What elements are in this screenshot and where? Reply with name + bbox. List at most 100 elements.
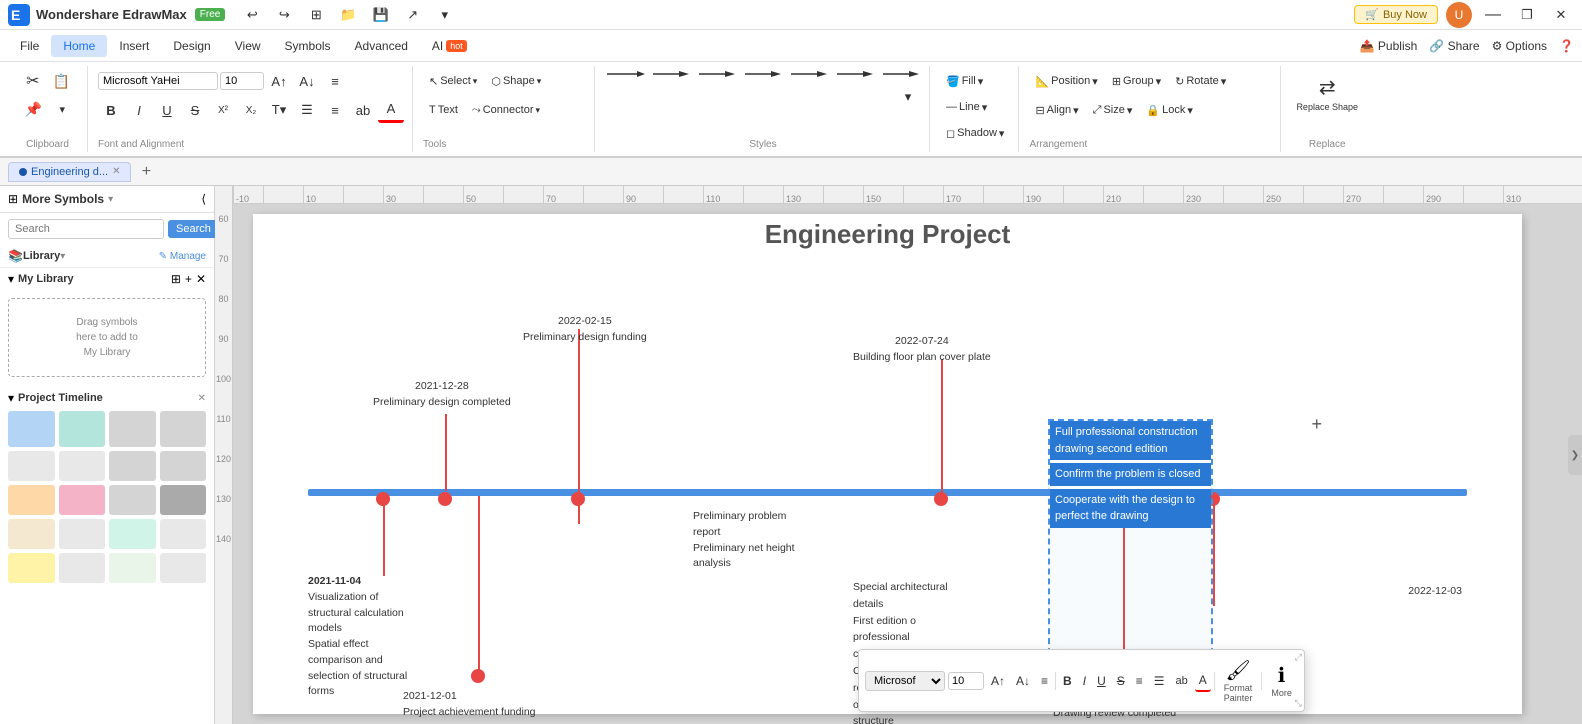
user-avatar[interactable]: U <box>1446 2 1472 28</box>
lock-button[interactable]: 🔒 Lock ▾ <box>1140 97 1198 123</box>
ft-increase-btn[interactable]: A↑ <box>987 671 1009 691</box>
help-btn[interactable]: ❓ <box>1559 39 1574 53</box>
thumb-16[interactable] <box>160 519 207 549</box>
line-button[interactable]: — Line ▾ <box>940 94 993 120</box>
menu-advanced[interactable]: Advanced <box>343 35 420 57</box>
strikethrough-button[interactable]: S <box>182 97 208 123</box>
thumb-6[interactable] <box>59 451 106 481</box>
manage-link[interactable]: ✎ Manage <box>159 251 206 262</box>
menu-home[interactable]: Home <box>51 35 107 57</box>
more-btn[interactable]: ℹ More <box>1265 659 1298 702</box>
tab-close[interactable]: ✕ <box>112 166 120 177</box>
canvas-area[interactable]: Engineering Project 2022-02-15 Prelimina… <box>233 204 1582 724</box>
group-button[interactable]: ⊞ Group ▾ <box>1106 68 1167 94</box>
ft-decrease-btn[interactable]: A↓ <box>1012 671 1034 691</box>
tab-engineering[interactable]: Engineering d... ✕ <box>8 162 131 182</box>
font-family-input[interactable] <box>98 72 218 90</box>
highlight-btn[interactable]: ab <box>350 97 376 123</box>
replace-shape-button[interactable]: ⇄ Replace Shape <box>1291 68 1363 118</box>
italic-button[interactable]: I <box>126 97 152 123</box>
paste-button[interactable]: 📌 <box>20 96 47 122</box>
cut-button[interactable]: ✂ <box>20 68 46 94</box>
list-btn[interactable]: ☰ <box>294 97 320 123</box>
paste-more[interactable]: ▾ <box>49 96 75 122</box>
window-min[interactable]: — <box>1480 2 1506 28</box>
ft-align-btn[interactable]: ≡ <box>1037 671 1052 691</box>
ft-list2-btn[interactable]: ☰ <box>1150 671 1169 691</box>
thumb-19[interactable] <box>109 553 156 583</box>
export-button[interactable]: ↗ <box>400 2 426 28</box>
search-input[interactable] <box>8 219 164 239</box>
thumb-9[interactable] <box>8 485 55 515</box>
menu-view[interactable]: View <box>223 35 273 57</box>
publish-btn[interactable]: 📤 Publish <box>1360 39 1418 53</box>
collapse-btn[interactable]: ⟨ <box>201 192 206 206</box>
position-button[interactable]: 📐 Position ▾ <box>1029 68 1103 94</box>
window-close[interactable]: ✕ <box>1548 2 1574 28</box>
more-btn[interactable]: ▾ <box>432 2 458 28</box>
thumb-7[interactable] <box>109 451 156 481</box>
ft-font-select[interactable]: Microsof <box>865 671 945 691</box>
decrease-font-btn[interactable]: A↓ <box>294 68 320 94</box>
fill-button[interactable]: 🪣 Fill ▾ <box>940 68 989 94</box>
text-button[interactable]: T Text <box>423 97 464 123</box>
ft-resize-handle-2[interactable]: ⤡ <box>1295 698 1302 709</box>
thumb-3[interactable] <box>109 411 156 447</box>
window-restore[interactable]: ❐ <box>1514 2 1540 28</box>
thumb-14[interactable] <box>59 519 106 549</box>
format-painter-btn[interactable]: 🖌 Format Painter <box>1218 654 1259 707</box>
thumb-8[interactable] <box>160 451 207 481</box>
redo-button[interactable]: ↪ <box>271 2 297 28</box>
ft-strike-btn[interactable]: S <box>1113 671 1129 691</box>
thumb-11[interactable] <box>109 485 156 515</box>
thumb-2[interactable] <box>59 411 106 447</box>
thumb-13[interactable] <box>8 519 55 549</box>
shadow-button[interactable]: ◻ Shadow ▾ <box>940 120 1010 146</box>
ft-color-btn[interactable]: A <box>1195 670 1211 692</box>
increase-font-btn[interactable]: A↑ <box>266 68 292 94</box>
ft-list1-btn[interactable]: ≡ <box>1132 671 1147 691</box>
menu-insert[interactable]: Insert <box>107 35 161 57</box>
rotate-button[interactable]: ↻ Rotate ▾ <box>1169 68 1232 94</box>
view-grid-btn[interactable]: ⊞ <box>171 272 181 286</box>
buy-now-button[interactable]: 🛒 Buy Now <box>1354 5 1438 24</box>
add-library-btn[interactable]: + <box>185 272 192 286</box>
font-size-input[interactable] <box>220 72 264 90</box>
close-library-btn[interactable]: ✕ <box>196 272 206 286</box>
ft-highlight-btn[interactable]: ab <box>1172 672 1192 690</box>
open-button[interactable]: 📁 <box>335 2 361 28</box>
search-button[interactable]: Search <box>168 220 219 238</box>
thumb-1[interactable] <box>8 411 55 447</box>
thumb-12[interactable] <box>160 485 207 515</box>
thumb-4[interactable] <box>160 411 207 447</box>
text-more-btn[interactable]: T▾ <box>266 97 292 123</box>
thumb-18[interactable] <box>59 553 106 583</box>
close-timeline-btn[interactable]: ✕ <box>198 393 206 404</box>
underline-button[interactable]: U <box>154 97 180 123</box>
ft-resize-handle[interactable]: ⤢ <box>1295 652 1302 663</box>
canvas-wrapper[interactable]: -10 10 30 50 70 90 110 130 150 170 <box>215 186 1582 724</box>
select-button[interactable]: ↖ Select ▾ <box>423 68 483 94</box>
share-btn[interactable]: 🔗 Share <box>1429 39 1479 53</box>
ft-italic-btn[interactable]: I <box>1079 671 1090 691</box>
list2-btn[interactable]: ≡ <box>322 97 348 123</box>
right-collapse-btn[interactable]: ❯ <box>1568 435 1582 475</box>
thumb-15[interactable] <box>109 519 156 549</box>
align-button[interactable]: ⊟ Align ▾ <box>1029 97 1084 123</box>
copy-button[interactable]: 📋 <box>48 68 75 94</box>
size-button[interactable]: ⤢ Size ▾ <box>1087 97 1139 123</box>
ft-underline-btn[interactable]: U <box>1093 671 1110 691</box>
bold-button[interactable]: B <box>98 97 124 123</box>
connector-button[interactable]: ⤳ Connector ▾ <box>466 97 546 123</box>
ft-size-input[interactable] <box>948 672 984 690</box>
options-btn[interactable]: ⚙ Options <box>1492 39 1547 53</box>
thumb-5[interactable] <box>8 451 55 481</box>
thumb-10[interactable] <box>59 485 106 515</box>
tab-add-button[interactable]: + <box>135 161 157 183</box>
new-button[interactable]: ⊞ <box>303 2 329 28</box>
ft-bold-btn[interactable]: B <box>1059 671 1076 691</box>
font-color-btn[interactable]: A <box>378 97 404 123</box>
subscript-button[interactable]: X₂ <box>238 97 264 123</box>
menu-symbols[interactable]: Symbols <box>273 35 343 57</box>
text-align-btn[interactable]: ≡ <box>322 68 348 94</box>
